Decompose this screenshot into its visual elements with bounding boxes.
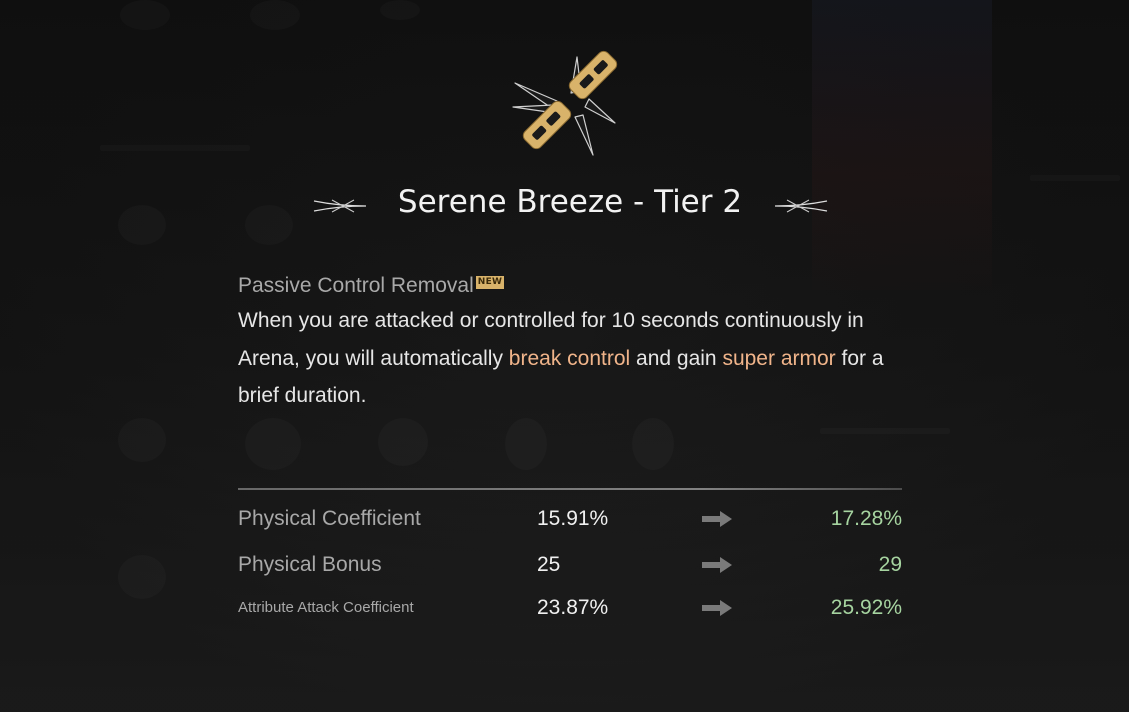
arrow-right-icon [702,600,732,616]
stat-row: Physical Coefficient 15.91% 17.28% [238,502,902,536]
effect-heading-label: Passive Control Removal [238,274,474,297]
stat-name: Physical Bonus [238,553,382,576]
background-node [120,0,170,30]
stat-next-value: 17.28% [830,507,902,530]
stat-current-value: 23.87% [537,596,609,619]
arrow-right-icon [702,557,732,573]
arrow-right-icon [702,511,732,527]
effect-text-part2: and gain [630,346,723,370]
background-character-panel [812,0,992,290]
background-node [380,0,420,20]
broken-chain-icon [512,50,618,156]
effect-heading: Passive Control Removal NEW [238,270,918,302]
effect-text: When you are attacked or controlled for … [238,302,908,415]
skill-title: Serene Breeze - Tier 2 [397,184,743,220]
background-node [245,418,301,470]
highlight-break-control: break control [508,346,631,370]
title-divider-right [774,199,1129,213]
title-divider-left [14,199,367,213]
skill-description: Passive Control Removal NEW When you are … [238,270,918,415]
stat-name: Physical Coefficient [238,507,421,530]
skill-tooltip-screen: Serene Breeze - Tier 2 Passive Control R… [0,0,1129,712]
background-node [250,0,300,30]
stat-current-value: 15.91% [537,507,609,530]
background-node [118,418,166,462]
new-badge: NEW [475,276,505,289]
background-node [632,418,674,470]
background-node [505,418,547,470]
stat-row: Physical Bonus 25 29 [238,548,902,582]
background-node [118,555,166,599]
stat-row: Attribute Attack Coefficient 23.87% 25.9… [238,591,902,625]
stat-next-value: 25.92% [830,596,902,619]
stats-divider [238,488,902,490]
stat-name: Attribute Attack Coefficient [238,599,414,616]
background-bar [820,428,950,434]
stat-current-value: 25 [537,553,561,576]
background-bar [1030,175,1120,181]
background-bar [100,145,250,151]
background-node [378,418,428,466]
highlight-super-armor: super armor [722,346,836,370]
stat-next-value: 29 [878,553,902,576]
